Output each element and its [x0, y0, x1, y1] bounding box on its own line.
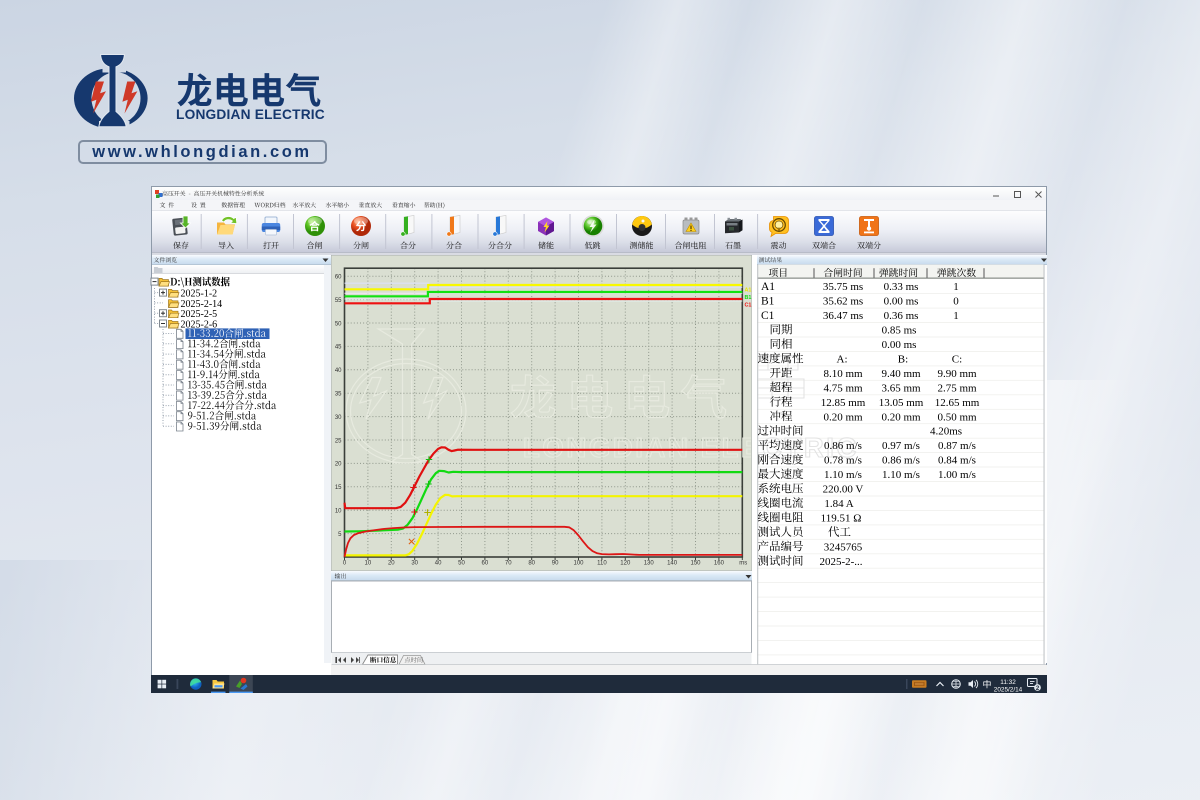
svg-text:220.00 V: 220.00 V [823, 484, 864, 496]
svg-text:12.65 mm: 12.65 mm [935, 397, 980, 409]
svg-text:3245765: 3245765 [824, 541, 863, 553]
svg-text:1.10 m/s: 1.10 m/s [882, 469, 920, 481]
svg-text:3.65 mm: 3.65 mm [881, 382, 921, 394]
svg-text:0.87 m/s: 0.87 m/s [938, 440, 976, 452]
svg-text:4.20ms: 4.20ms [930, 426, 962, 438]
svg-text:0.78 m/s: 0.78 m/s [824, 455, 862, 467]
svg-text:35.62 ms: 35.62 ms [823, 296, 863, 308]
svg-text:A:: A: [837, 353, 848, 365]
svg-text:0.20 mm: 0.20 mm [881, 411, 921, 423]
svg-text:1: 1 [953, 281, 959, 293]
svg-text:13.05 mm: 13.05 mm [879, 397, 924, 409]
svg-text:0.00 ms: 0.00 ms [882, 339, 917, 351]
svg-text:8.10 mm: 8.10 mm [823, 368, 863, 380]
svg-text:C:: C: [952, 353, 962, 365]
svg-text:2025-2-6: 2025-2-6 [181, 319, 218, 330]
svg-text:0.97 m/s: 0.97 m/s [882, 440, 920, 452]
svg-text:1: 1 [953, 310, 959, 322]
svg-text:A1: A1 [761, 281, 775, 293]
svg-text:1.00 m/s: 1.00 m/s [938, 469, 976, 481]
svg-text:0.20 mm: 0.20 mm [823, 411, 863, 423]
svg-text:0.36 ms: 0.36 ms [884, 310, 919, 322]
svg-text:35.75 ms: 35.75 ms [823, 281, 863, 293]
svg-text:0: 0 [953, 296, 959, 308]
svg-text:36.47 ms: 36.47 ms [823, 310, 863, 322]
svg-text:11:32: 11:32 [1000, 679, 1016, 686]
svg-text:0.50 mm: 0.50 mm [937, 411, 977, 423]
svg-text:C1: C1 [761, 310, 775, 322]
svg-text:12.85 mm: 12.85 mm [821, 397, 866, 409]
svg-text:0.86 m/s: 0.86 m/s [882, 455, 920, 467]
svg-text:4.75 mm: 4.75 mm [823, 382, 863, 394]
svg-text:0.33 ms: 0.33 ms [884, 281, 919, 293]
svg-text:0.00 ms: 0.00 ms [884, 296, 919, 308]
svg-text:119.51 Ω: 119.51 Ω [821, 512, 862, 524]
svg-text:0.85 ms: 0.85 ms [882, 325, 917, 337]
svg-text:2025/2/14: 2025/2/14 [994, 686, 1023, 693]
svg-text:B1: B1 [761, 296, 775, 308]
svg-text:0.86 m/s: 0.86 m/s [824, 440, 862, 452]
svg-text:9.40 mm: 9.40 mm [881, 368, 921, 380]
svg-text:B:: B: [898, 353, 908, 365]
svg-text:2025-2-...: 2025-2-... [819, 556, 862, 568]
svg-text:1.84 A: 1.84 A [824, 498, 853, 510]
svg-text:9.90 mm: 9.90 mm [937, 368, 977, 380]
svg-text:2.75 mm: 2.75 mm [937, 382, 977, 394]
svg-text:1.10 m/s: 1.10 m/s [824, 469, 862, 481]
svg-text:0.84 m/s: 0.84 m/s [938, 455, 976, 467]
